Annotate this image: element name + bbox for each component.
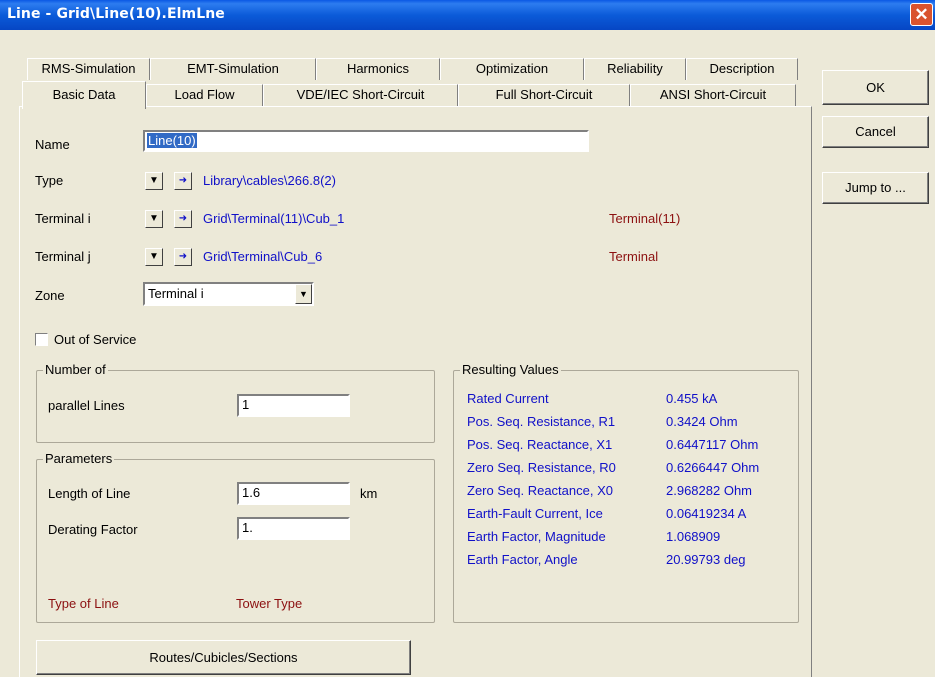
type-jump-button[interactable]: ➜ [174,172,192,190]
parallel-lines-label: parallel Lines [48,398,125,413]
number-of-title: Number of [43,362,108,377]
tab-reliability[interactable]: Reliability [584,58,686,80]
terminal-i-link[interactable]: Grid\Terminal(11)\Cub_1 [203,211,344,226]
length-unit: km [360,486,378,501]
type-link[interactable]: Library\cables\266.8(2) [203,173,336,188]
result-label: Pos. Seq. Reactance, X1 [467,437,613,452]
result-label: Earth Factor, Angle [467,552,578,567]
result-label: Rated Current [467,391,549,406]
arrow-right-icon: ➜ [178,251,188,262]
terminal-i-label: Terminal i [35,211,91,226]
out-of-service-checkbox[interactable] [35,333,48,346]
tab-load-flow[interactable]: Load Flow [146,84,263,106]
type-of-line-link[interactable]: Type of Line [48,596,119,611]
length-input[interactable]: 1.6 [237,482,350,505]
tab-vde-iec-short-circuit[interactable]: VDE/IEC Short-Circuit [263,84,458,106]
result-value: 20.99793 deg [666,552,746,567]
length-label: Length of Line [48,486,131,501]
chevron-down-icon[interactable]: ▼ [295,284,312,304]
terminal-i-select-button[interactable]: ▼ [145,210,163,228]
terminal-j-select-button[interactable]: ▼ [145,248,163,266]
result-value: 0.06419234 A [666,506,747,521]
tab-ansi-short-circuit[interactable]: ANSI Short-Circuit [630,84,796,106]
tab-optimization[interactable]: Optimization [440,58,584,80]
zone-value: Terminal i [148,286,204,301]
terminal-j-jump-button[interactable]: ➜ [174,248,192,266]
name-input[interactable]: Line(10) [143,130,589,152]
result-label: Pos. Seq. Resistance, R1 [467,414,616,429]
terminal-j-link[interactable]: Grid\Terminal\Cub_6 [203,249,322,264]
parallel-lines-input[interactable]: 1 [237,394,350,417]
cancel-button[interactable]: Cancel [822,116,929,148]
type-label: Type [35,173,64,188]
arrow-right-icon: ➜ [178,213,188,224]
terminal-j-label: Terminal j [35,249,91,264]
result-value: 1.068909 [666,529,721,544]
result-value: 0.6447117 Ohm [666,437,759,452]
terminal-i-jump-button[interactable]: ➜ [174,210,192,228]
terminal-j-ref: Terminal [609,249,659,264]
tab-description[interactable]: Description [686,58,798,80]
jump-to-button[interactable]: Jump to ... [822,172,929,204]
zone-label: Zone [35,288,65,303]
triangle-down-icon: ▼ [149,213,159,224]
ok-button[interactable]: OK [822,70,929,105]
name-label: Name [35,137,70,152]
name-value: Line(10) [147,133,197,148]
result-label: Zero Seq. Resistance, R0 [467,460,616,475]
title-bar[interactable]: Line - Grid\Line(10).ElmLne ✕ [0,0,935,30]
result-label: Earth Factor, Magnitude [467,529,606,544]
tab-emt-simulation[interactable]: EMT-Simulation [150,58,316,80]
tab-full-short-circuit[interactable]: Full Short-Circuit [458,84,630,106]
type-select-button[interactable]: ▼ [145,172,163,190]
parameters-title: Parameters [43,451,115,466]
routes-cubicles-sections-button[interactable]: Routes/Cubicles/Sections [36,640,411,675]
out-of-service-label: Out of Service [54,332,137,347]
tab-basic-data[interactable]: Basic Data [22,81,146,109]
arrow-right-icon: ➜ [178,175,188,186]
triangle-down-icon: ▼ [149,175,159,186]
terminal-i-ref: Terminal(11) [609,211,681,226]
result-value: 2.968282 Ohm [666,483,753,498]
derating-input[interactable]: 1. [237,517,350,540]
tower-type-link[interactable]: Tower Type [236,596,302,611]
zone-select[interactable]: Terminal i ▼ [143,282,314,306]
triangle-down-icon: ▼ [149,251,159,262]
result-value: 0.3424 Ohm [666,414,738,429]
result-value: 0.6266447 Ohm [666,460,760,475]
result-value: 0.455 kA [666,391,718,406]
derating-label: Derating Factor [48,522,138,537]
window-title: Line - Grid\Line(10).ElmLne [7,6,225,22]
tab-harmonics[interactable]: Harmonics [316,58,440,80]
result-label: Earth-Fault Current, Ice [467,506,603,521]
result-label: Zero Seq. Reactance, X0 [467,483,613,498]
tab-rms-simulation[interactable]: RMS-Simulation [27,58,150,80]
close-button[interactable]: ✕ [910,3,933,26]
resulting-values-title: Resulting Values [460,362,561,377]
